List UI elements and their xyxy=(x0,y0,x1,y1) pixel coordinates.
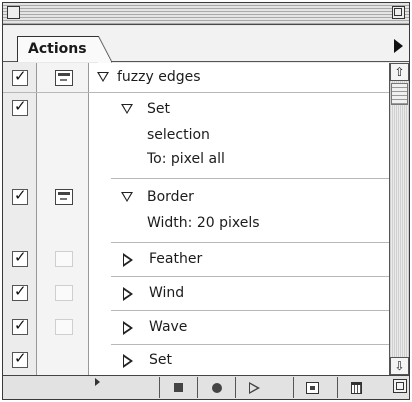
trash-icon xyxy=(351,381,362,394)
scroll-up-arrow-icon[interactable]: ⇧ xyxy=(390,63,409,81)
scroll-down-arrow-icon[interactable]: ⇩ xyxy=(390,357,409,375)
zoom-box-icon[interactable] xyxy=(392,6,405,19)
command-name: Feather xyxy=(149,251,203,267)
command-name: Set xyxy=(147,101,170,117)
tab-actions[interactable]: Actions xyxy=(17,36,112,63)
actions-toolbar xyxy=(3,375,409,399)
list-item-command[interactable]: Feather xyxy=(3,243,389,277)
command-name: Set xyxy=(149,352,172,368)
scroll-thumb[interactable] xyxy=(391,83,408,105)
list-item-command[interactable]: Border Width: 20 pixels xyxy=(3,179,389,243)
list-item-command[interactable]: Wind xyxy=(3,277,389,311)
dialog-icon[interactable] xyxy=(55,70,73,86)
list-item-action[interactable]: fuzzy edges xyxy=(3,63,389,93)
command-name: Wind xyxy=(149,285,185,301)
checkmark-icon[interactable] xyxy=(12,67,28,86)
vertical-scrollbar[interactable]: ⇧ ⇩ xyxy=(389,63,409,375)
list-item-command[interactable]: Set selection To: pixel all xyxy=(3,93,389,179)
command-name: Wave xyxy=(149,319,188,335)
tab-actions-label: Actions xyxy=(28,41,87,57)
actions-list: fuzzy edges Set selection To: pixel all … xyxy=(3,63,389,375)
dialog-icon[interactable] xyxy=(55,251,73,267)
stop-icon xyxy=(174,383,183,392)
resize-grip-icon[interactable] xyxy=(393,379,407,393)
record-button[interactable] xyxy=(197,377,235,398)
dialog-icon[interactable] xyxy=(55,319,73,335)
checkmark-icon[interactable] xyxy=(12,97,28,116)
checkmark-icon[interactable] xyxy=(12,316,28,335)
palette-menu-arrow-icon[interactable] xyxy=(394,39,403,53)
delete-button[interactable] xyxy=(337,377,375,398)
dialog-icon[interactable] xyxy=(55,285,73,301)
command-detail: To: pixel all xyxy=(147,151,225,167)
checkmark-icon[interactable] xyxy=(12,282,28,301)
triangle-right-icon xyxy=(95,378,100,386)
palette-title-bar[interactable] xyxy=(3,3,409,25)
close-box-icon[interactable] xyxy=(7,6,20,19)
play-icon xyxy=(249,381,260,394)
stop-button[interactable] xyxy=(159,377,197,398)
command-name: Border xyxy=(147,189,194,205)
command-detail: Width: 20 pixels xyxy=(147,215,260,231)
command-detail: selection xyxy=(147,127,210,143)
tab-row: Actions xyxy=(3,26,409,63)
action-name: fuzzy edges xyxy=(117,69,201,85)
checkmark-icon[interactable] xyxy=(12,186,28,205)
checkmark-icon[interactable] xyxy=(12,349,28,368)
triangle-down-icon[interactable] xyxy=(121,104,133,114)
actions-palette: Actions fuzzy edges Set selection To: pi… xyxy=(2,2,410,400)
new-set-icon xyxy=(306,381,319,394)
triangle-down-icon[interactable] xyxy=(121,192,133,202)
play-button[interactable] xyxy=(235,377,273,398)
dialog-icon[interactable] xyxy=(55,189,73,205)
record-icon xyxy=(211,382,222,393)
new-set-button[interactable] xyxy=(293,377,331,398)
list-item-command[interactable]: Set xyxy=(3,345,389,375)
list-item-command[interactable]: Wave xyxy=(3,311,389,345)
checkmark-icon[interactable] xyxy=(12,248,28,267)
triangle-down-icon[interactable] xyxy=(97,72,109,82)
